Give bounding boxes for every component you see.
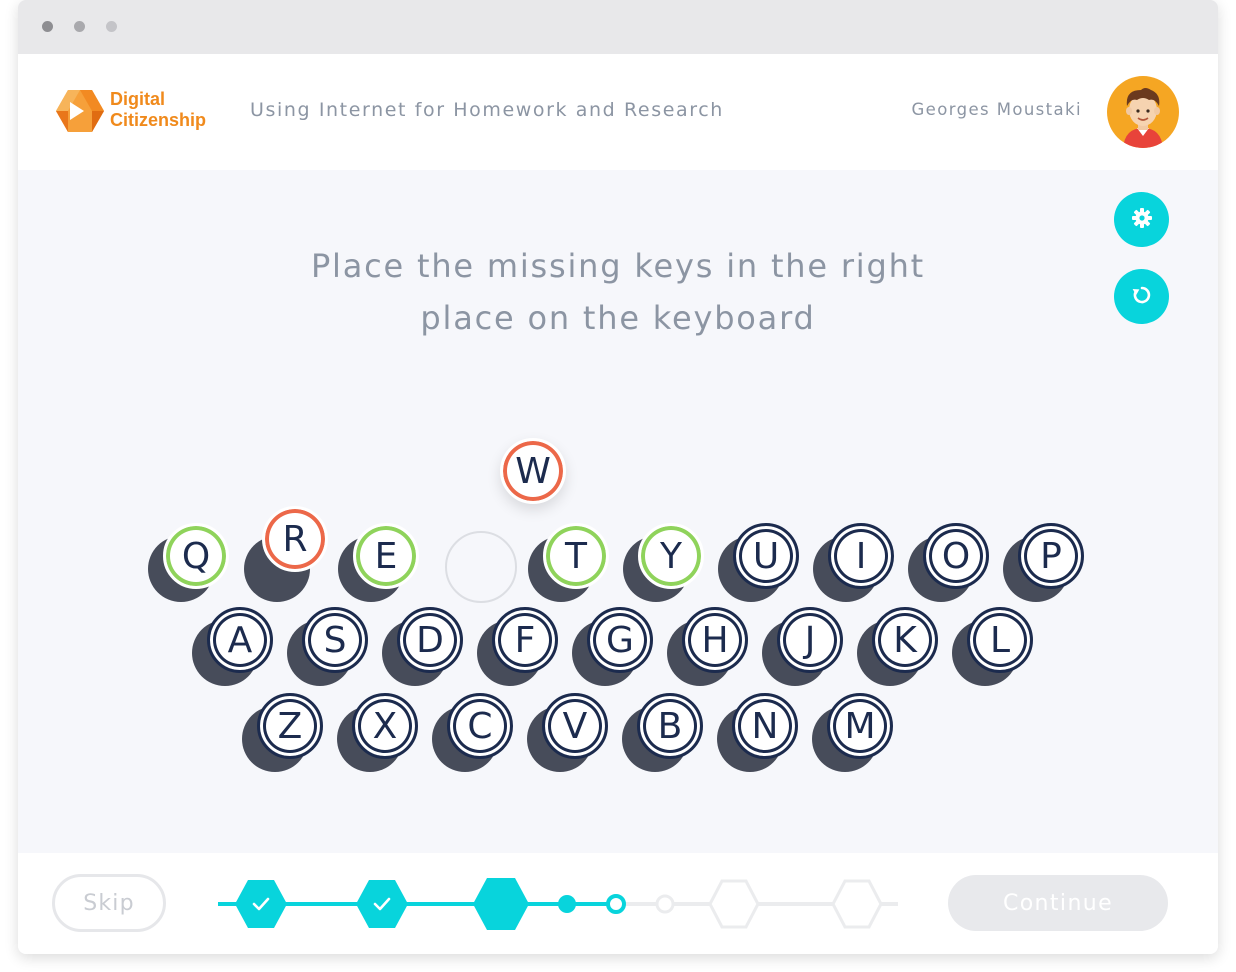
key-cap: N: [732, 693, 798, 759]
key-y[interactable]: Y: [623, 523, 704, 602]
app-window: Digital Citizenship Using Internet for H…: [18, 0, 1218, 954]
dragging-key-w[interactable]: W: [500, 438, 566, 504]
progress-step-4: [558, 895, 576, 913]
key-cap: R: [262, 506, 328, 572]
progress-step-1: [235, 880, 287, 928]
key-label: Z: [277, 705, 303, 747]
key-x[interactable]: X: [337, 693, 418, 772]
progress-step-5: [606, 894, 626, 914]
footer-bar: Skip Continue: [18, 853, 1218, 954]
key-j[interactable]: J: [762, 607, 843, 686]
key-cap: W: [500, 438, 566, 504]
key-cap: C: [447, 693, 513, 759]
key-t[interactable]: T: [528, 523, 609, 602]
key-label: B: [657, 705, 683, 747]
key-e[interactable]: E: [338, 523, 419, 602]
key-cap: A: [207, 607, 273, 673]
key-l[interactable]: L: [952, 607, 1033, 686]
key-label: M: [844, 705, 876, 747]
key-label: U: [752, 535, 780, 577]
key-i[interactable]: I: [813, 523, 894, 602]
key-cap: G: [587, 607, 653, 673]
key-cap: F: [492, 607, 558, 673]
key-label: T: [565, 535, 587, 577]
key-k[interactable]: K: [857, 607, 938, 686]
key-u[interactable]: U: [718, 523, 799, 602]
key-cap: D: [397, 607, 463, 673]
key-label: G: [606, 619, 634, 661]
key-cap: U: [733, 523, 799, 589]
key-label: Y: [660, 535, 682, 577]
key-cap: K: [872, 607, 938, 673]
key-g[interactable]: G: [572, 607, 653, 686]
key-cap: I: [828, 523, 894, 589]
key-label: R: [282, 518, 308, 560]
key-label: I: [855, 535, 867, 577]
key-label: A: [227, 619, 253, 661]
key-b[interactable]: B: [622, 693, 703, 772]
key-h[interactable]: H: [667, 607, 748, 686]
key-r[interactable]: R: [244, 506, 328, 602]
key-label: D: [416, 619, 444, 661]
key-label: F: [514, 619, 536, 661]
key-n[interactable]: N: [717, 693, 798, 772]
keyboard-area: Q R E T Y U I O P A S D F G H J K L Z X C V B N M W: [18, 0, 1218, 850]
key-cap: S: [302, 607, 368, 673]
key-cap: J: [777, 607, 843, 673]
key-label: O: [941, 535, 971, 577]
progress-step-3: [473, 878, 529, 930]
key-cap: Z: [257, 693, 323, 759]
key-p[interactable]: P: [1003, 523, 1084, 602]
empty-key-slot[interactable]: [445, 531, 517, 603]
key-m[interactable]: M: [812, 693, 893, 772]
key-label: P: [1040, 535, 1062, 577]
key-cap: V: [542, 693, 608, 759]
key-cap: X: [352, 693, 418, 759]
key-cap: Q: [163, 523, 229, 589]
progress-step-7: [708, 879, 760, 929]
key-q[interactable]: Q: [148, 523, 229, 602]
key-label: W: [515, 450, 551, 492]
key-label: E: [374, 535, 398, 577]
key-cap: P: [1018, 523, 1084, 589]
key-label: S: [323, 619, 347, 661]
key-a[interactable]: A: [192, 607, 273, 686]
key-label: Q: [181, 535, 211, 577]
key-d[interactable]: D: [382, 607, 463, 686]
key-label: N: [751, 705, 779, 747]
continue-button[interactable]: Continue: [948, 875, 1168, 931]
progress-step-2: [356, 880, 408, 928]
key-z[interactable]: Z: [242, 693, 323, 772]
key-cap: Y: [638, 523, 704, 589]
key-cap: H: [682, 607, 748, 673]
key-s[interactable]: S: [287, 607, 368, 686]
key-c[interactable]: C: [432, 693, 513, 772]
key-cap: E: [353, 523, 419, 589]
key-label: H: [701, 619, 729, 661]
key-cap: O: [923, 523, 989, 589]
key-label: J: [804, 619, 816, 661]
key-label: V: [562, 705, 588, 747]
key-cap: B: [637, 693, 703, 759]
key-o[interactable]: O: [908, 523, 989, 602]
key-f[interactable]: F: [477, 607, 558, 686]
key-label: K: [893, 619, 917, 661]
key-cap: L: [967, 607, 1033, 673]
key-label: C: [467, 705, 493, 747]
key-v[interactable]: V: [527, 693, 608, 772]
key-label: X: [372, 705, 398, 747]
progress-step-6: [655, 894, 675, 914]
key-cap: T: [543, 523, 609, 589]
progress-step-8: [831, 879, 883, 929]
key-label: L: [989, 619, 1011, 661]
key-cap: M: [827, 693, 893, 759]
